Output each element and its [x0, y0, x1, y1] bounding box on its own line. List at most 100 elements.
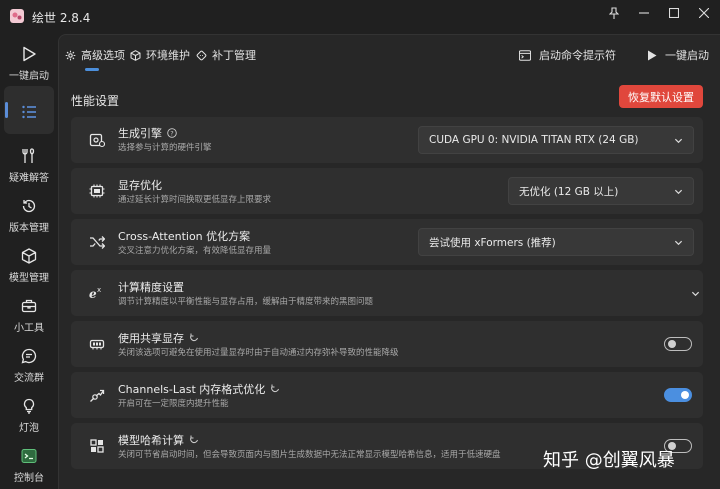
- svg-text:?: ?: [170, 129, 173, 137]
- cube-icon: [19, 246, 39, 266]
- pin-icon[interactable]: [604, 4, 624, 22]
- shuffle-icon: [87, 232, 107, 252]
- setting-title-text: 使用共享显存: [118, 332, 184, 345]
- shared-vram-toggle[interactable]: [664, 337, 692, 351]
- app-title: 绘世 2.8.4: [32, 11, 91, 25]
- sidebar-item-label: 交流群: [14, 373, 44, 384]
- title-bar: 绘世 2.8.4: [0, 0, 720, 34]
- tab-patches[interactable]: 补丁管理: [196, 47, 256, 63]
- memory-icon: [87, 181, 107, 201]
- setting-title-text: 模型哈希计算: [118, 434, 184, 447]
- setting-description: 调节计算精度以平衡性能与显存占用，缓解由于精度带来的黑图问题: [118, 297, 374, 307]
- open-cmd-label: 启动命令提示符: [539, 49, 616, 62]
- tab-label: 补丁管理: [212, 49, 256, 62]
- maximize-icon[interactable]: [664, 4, 684, 22]
- svg-text:x: x: [97, 286, 101, 294]
- setting-title: Channels-Last 内存格式优化: [118, 381, 280, 397]
- sidebar-item-community[interactable]: 交流群: [4, 340, 54, 386]
- gpu-icon: [87, 130, 107, 150]
- chevron-down-icon[interactable]: [691, 289, 700, 298]
- toggle-knob: [681, 391, 689, 399]
- tab-label: 环境维护: [146, 49, 190, 62]
- history-icon: [19, 196, 39, 216]
- tab-label: 高级选项: [81, 49, 125, 62]
- play-icon: [19, 44, 39, 64]
- setting-title-text: 生成引擎: [118, 127, 162, 140]
- watermark: 知乎 @创翼风暴: [543, 450, 675, 471]
- setting-description: 选择参与计算的硬件引擎: [118, 143, 212, 153]
- sidebar-item-label: 小工具: [14, 323, 44, 334]
- cube-icon: [130, 49, 141, 61]
- setting-card-vram: 显存优化 通过延长计算时间换取更低显存上限要求 无优化 (12 GB 以上): [71, 168, 703, 214]
- chat-icon: [19, 346, 39, 366]
- list-icon: [19, 102, 39, 122]
- sidebar-item-advanced[interactable]: [4, 86, 54, 134]
- channels-icon: [87, 385, 107, 405]
- setting-title: 计算精度设置: [118, 281, 184, 294]
- precision-icon: ex: [87, 283, 107, 303]
- launch-label: 一键启动: [665, 49, 709, 62]
- open-cmd-button[interactable]: 启动命令提示符: [519, 47, 616, 63]
- tab-environment[interactable]: 环境维护: [130, 47, 190, 63]
- tab-advanced[interactable]: 高级选项: [65, 47, 125, 63]
- reset-defaults-button[interactable]: 恢复默认设置: [619, 85, 703, 108]
- setting-title: 模型哈希计算: [118, 432, 199, 448]
- patch-icon: [196, 50, 207, 60]
- setting-title: 显存优化: [118, 179, 162, 192]
- setting-title: 使用共享显存: [118, 330, 199, 346]
- sidebar-item-label: 控制台: [14, 473, 44, 484]
- setting-description: 开启可在一定限度内提升性能: [118, 399, 229, 409]
- vram-select[interactable]: 无优化 (12 GB 以上): [508, 177, 694, 205]
- shared-memory-icon: [87, 334, 107, 354]
- launch-button[interactable]: 一键启动: [647, 47, 709, 63]
- setting-card-shared-vram: 使用共享显存 关闭该选项可避免在使用过量显存时由于自动通过内存弥补导致的性能降级: [71, 321, 703, 367]
- setting-card-channels-last: Channels-Last 内存格式优化 开启可在一定限度内提升性能: [71, 372, 703, 418]
- restart-icon: [271, 384, 280, 393]
- engine-select[interactable]: CUDA GPU 0: NVIDIA TITAN RTX (24 GB): [418, 126, 694, 154]
- console-icon: [19, 446, 39, 466]
- setting-description: 关闭可节省启动时间，但会导致页面内与图片生成数据中无法正常显示模型哈希信息，适用…: [118, 450, 501, 460]
- setting-title-text: Channels-Last 内存格式优化: [118, 383, 266, 396]
- tab-bar: 高级选项 环境维护 补丁管理 启动命令提示符 一键启动: [59, 35, 720, 75]
- chevron-down-icon: [674, 138, 683, 144]
- select-value: 尝试使用 xFormers (推荐): [429, 236, 556, 249]
- terminal-icon: [519, 49, 531, 61]
- sidebar-item-bulb[interactable]: 灯泡: [4, 390, 54, 436]
- setting-description: 通过延长计算时间换取更低显存上限要求: [118, 195, 272, 205]
- sidebar-item-versions[interactable]: 版本管理: [4, 190, 54, 236]
- sidebar-item-label: 版本管理: [9, 223, 49, 234]
- hash-icon: [87, 436, 107, 456]
- app-logo-icon: [10, 9, 24, 23]
- chevron-down-icon: [674, 189, 683, 195]
- setting-description: 关闭该选项可避免在使用过量显存时由于自动通过内存弥补导致的性能降级: [118, 348, 399, 358]
- sidebar: 一键启动 疑难解答 版本管理 模型管理 小工具 交流群 灯泡 控制台: [0, 34, 58, 489]
- restart-icon: [190, 333, 198, 342]
- sidebar-item-launch[interactable]: 一键启动: [4, 38, 54, 84]
- setting-title: Cross-Attention 优化方案: [118, 230, 251, 243]
- gear-icon: [65, 50, 76, 60]
- svg-text:e: e: [89, 287, 97, 301]
- help-icon[interactable]: ?: [167, 128, 177, 138]
- chevron-down-icon: [674, 240, 683, 246]
- sidebar-item-label: 一键启动: [9, 71, 49, 82]
- sidebar-item-models[interactable]: 模型管理: [4, 240, 54, 286]
- sidebar-item-troubleshoot[interactable]: 疑难解答: [4, 140, 54, 186]
- section-title: 性能设置: [71, 94, 120, 108]
- close-icon[interactable]: [694, 4, 714, 22]
- sidebar-item-tools[interactable]: 小工具: [4, 290, 54, 336]
- restart-icon: [190, 435, 198, 444]
- setting-card-cross-attention: Cross-Attention 优化方案 交叉注意力优化方案，有效降低显存用量 …: [71, 219, 703, 265]
- minimize-icon[interactable]: [634, 4, 654, 22]
- tools-icon: [19, 146, 39, 166]
- channels-last-toggle[interactable]: [664, 388, 692, 402]
- main-panel: 高级选项 环境维护 补丁管理 启动命令提示符 一键启动 性能设置 恢复默认设置 …: [58, 34, 720, 489]
- setting-card-precision[interactable]: ex 计算精度设置 调节计算精度以平衡性能与显存占用，缓解由于精度带来的黑图问题: [71, 270, 703, 316]
- sidebar-item-label: 灯泡: [19, 423, 39, 434]
- play-icon: [648, 50, 657, 60]
- setting-card-engine: 生成引擎 ? 选择参与计算的硬件引擎 CUDA GPU 0: NVIDIA TI…: [71, 117, 703, 163]
- cross-attention-select[interactable]: 尝试使用 xFormers (推荐): [418, 228, 694, 256]
- toolbox-icon: [19, 296, 39, 316]
- sidebar-item-console[interactable]: 控制台: [4, 440, 54, 486]
- sidebar-item-label: 疑难解答: [9, 173, 49, 184]
- setting-title: 生成引擎 ?: [118, 125, 177, 141]
